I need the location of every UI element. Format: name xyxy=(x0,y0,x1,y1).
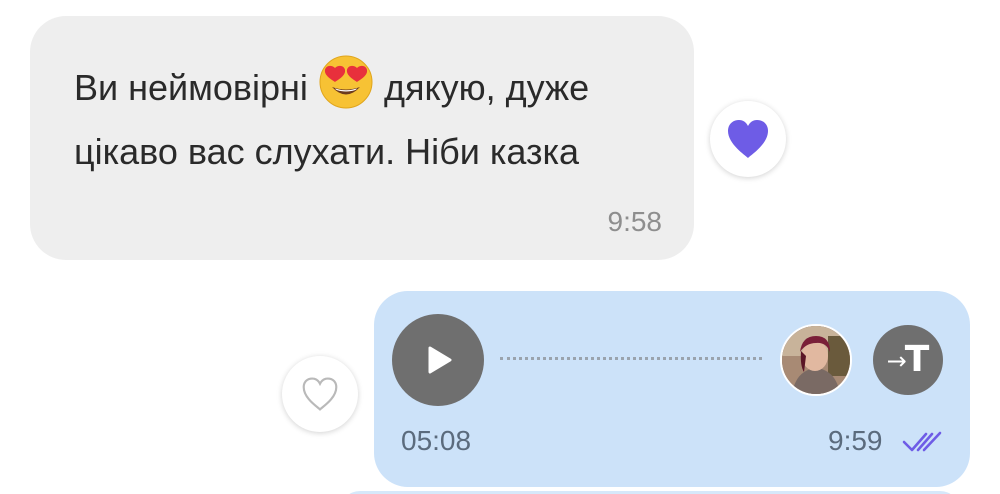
reaction-button-like[interactable] xyxy=(282,356,358,432)
reaction-badge-liked[interactable] xyxy=(710,101,786,177)
avatar xyxy=(780,324,852,396)
message-text-start: Ви неймовірні xyxy=(74,67,308,108)
play-button[interactable] xyxy=(392,314,484,406)
transcribe-button[interactable]: → T xyxy=(873,325,943,395)
voice-waveform[interactable] xyxy=(500,357,762,360)
chat-screen: Ви неймовірні дякую, дуже цікаво вас слу… xyxy=(0,0,1000,494)
voice-duration: 05:08 xyxy=(401,425,472,456)
voice-message-bubble[interactable]: → T 05:08 9:59 xyxy=(374,291,970,487)
user-photo xyxy=(782,326,850,394)
read-double-check-icon xyxy=(902,431,942,452)
voice-timestamp: 9:59 xyxy=(828,425,883,456)
message-timestamp: 9:58 xyxy=(607,206,663,237)
heart-filled-icon xyxy=(728,120,768,158)
message-text: Ви неймовірні дякую, дуже цікаво вас слу… xyxy=(74,54,674,179)
heart-outline-icon xyxy=(302,377,338,411)
incoming-message-bubble[interactable]: Ви неймовірні дякую, дуже цікаво вас слу… xyxy=(30,16,694,260)
transcribe-icon: → xyxy=(886,347,907,375)
play-icon xyxy=(428,346,452,374)
heart-eyes-emoji-icon xyxy=(318,54,374,125)
transcribe-letter: T xyxy=(904,339,930,380)
